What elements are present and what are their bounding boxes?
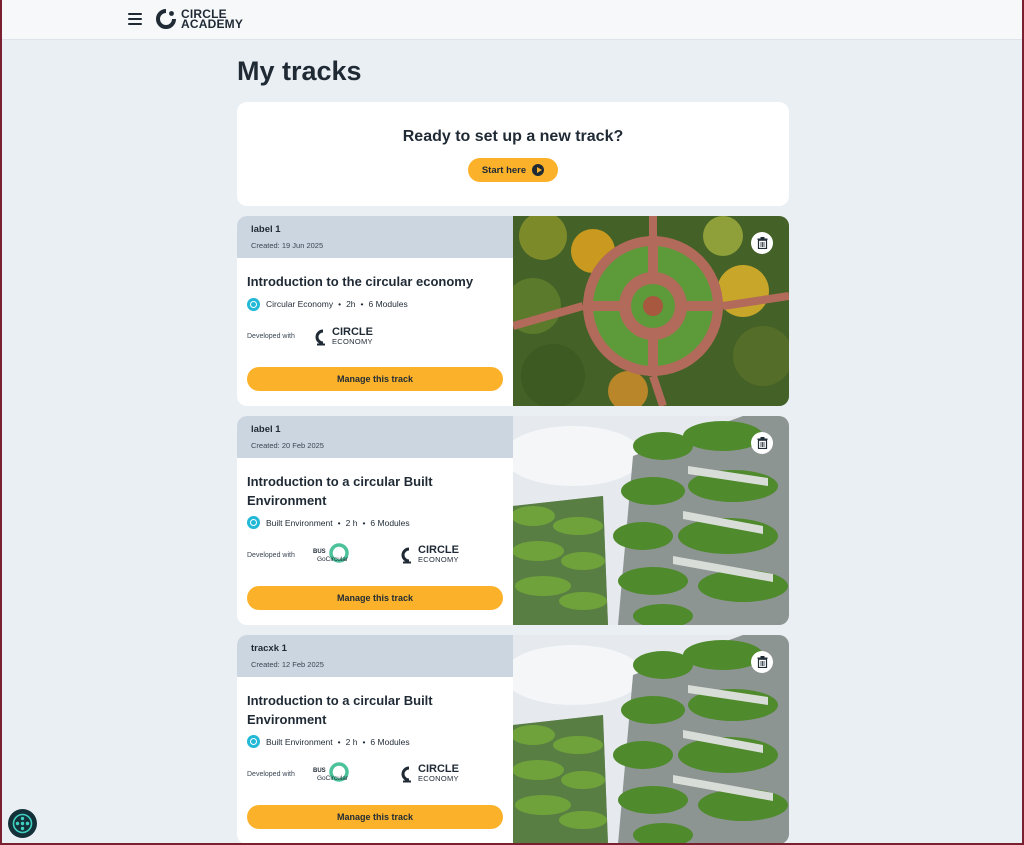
logo-line2: ACADEMY — [181, 17, 244, 31]
track-duration: 2 h — [345, 517, 358, 528]
track-card-info: tracxk 1 Created: 12 Feb 2025 Introducti… — [237, 635, 513, 844]
bus-gocircular-logo: BUS GoCircular — [313, 762, 361, 786]
circle-economy-logo: CIRCLE ECONOMY — [399, 544, 459, 564]
track-image-vertical-forest — [513, 635, 789, 844]
track-image-vertical-forest — [513, 416, 789, 625]
track-modules: 6 Modules — [370, 736, 410, 747]
track-card-header: label 1 Created: 20 Feb 2025 — [237, 416, 513, 458]
topic-icon — [247, 297, 260, 311]
manage-track-button[interactable]: Manage this track — [247, 805, 503, 829]
ce-line1: CIRCLE — [418, 763, 459, 775]
track-topic: Built Environment — [266, 517, 333, 528]
track-card: label 1 Created: 20 Feb 2025 Introductio… — [237, 416, 789, 625]
track-title: Introduction to a circular Built Environ… — [247, 693, 433, 727]
track-meta: Built Environment • 2 h • 6 Modules — [247, 735, 503, 748]
topic-icon — [247, 516, 260, 529]
developed-with-label: Developed with — [247, 770, 295, 778]
helper-widget-button[interactable] — [8, 809, 37, 838]
track-image-aerial-park — [513, 216, 789, 406]
circle-economy-mark-icon — [401, 547, 411, 564]
gocircular-text: GoCircular — [317, 556, 349, 563]
track-card-header: tracxk 1 Created: 12 Feb 2025 — [237, 635, 513, 677]
manage-track-button[interactable]: Manage this track — [247, 586, 503, 610]
track-title: Introduction to a circular Built Environ… — [247, 474, 433, 508]
logo-text: CIRCLE ACADEMY — [181, 8, 244, 31]
developed-with-row: Developed with BUS GoCircular CIRCLE ECO… — [247, 543, 503, 567]
track-topic: Circular Economy — [266, 299, 334, 309]
separator-dot: • — [360, 299, 364, 309]
track-label: label 1 — [251, 424, 281, 435]
separator-dot: • — [337, 736, 341, 747]
bus-text: BUS — [313, 768, 326, 774]
ce-line2: ECONOMY — [332, 336, 373, 346]
logo-icon — [156, 9, 176, 29]
ce-line1: CIRCLE — [332, 325, 373, 338]
delete-track-button[interactable] — [751, 651, 773, 673]
topic-icon — [247, 735, 260, 748]
separator-dot: • — [362, 736, 366, 747]
track-created-date: Created: 19 Jun 2025 — [251, 241, 324, 250]
trash-icon — [757, 237, 767, 249]
circle-economy-logo: CIRCLE ECONOMY — [313, 325, 373, 346]
track-label: tracxk 1 — [251, 643, 287, 654]
track-meta: Circular Economy • 2h • 6 Modules — [247, 297, 503, 311]
ce-line1: CIRCLE — [418, 544, 459, 556]
start-here-button[interactable]: Start here — [467, 158, 559, 182]
track-card-info: label 1 Created: 19 Jun 2025 Introductio… — [237, 216, 513, 406]
app-logo[interactable]: CIRCLE ACADEMY — [155, 8, 243, 30]
separator-dot: • — [362, 517, 366, 528]
track-topic: Built Environment — [266, 736, 333, 747]
manage-track-button[interactable]: Manage this track — [247, 367, 503, 391]
circle-economy-logo: CIRCLE ECONOMY — [399, 763, 459, 783]
menu-icon[interactable] — [128, 12, 142, 26]
vertical-forest-image — [513, 416, 789, 625]
developed-with-row: Developed with CIRCLE ECONOMY — [247, 325, 503, 349]
bus-gocircular-logo: BUS GoCircular — [313, 543, 361, 567]
trash-icon — [757, 437, 767, 449]
bus-text: BUS — [313, 549, 326, 555]
delete-track-button[interactable] — [751, 432, 773, 454]
new-track-panel: Ready to set up a new track? Start here — [237, 102, 789, 206]
developed-with-row: Developed with BUS GoCircular CIRCLE ECO… — [247, 762, 503, 786]
developed-with-label: Developed with — [247, 551, 295, 559]
track-title: Introduction to the circular economy — [247, 274, 474, 289]
track-card-info: label 1 Created: 20 Feb 2025 Introductio… — [237, 416, 513, 625]
track-card: label 1 Created: 19 Jun 2025 Introductio… — [237, 216, 789, 406]
trash-icon — [757, 656, 767, 668]
top-bar: CIRCLE ACADEMY — [0, 0, 1024, 40]
circle-economy-mark-icon — [315, 329, 325, 345]
ce-line2: ECONOMY — [418, 555, 459, 564]
start-here-label: Start here — [481, 164, 527, 176]
track-card: tracxk 1 Created: 12 Feb 2025 Introducti… — [237, 635, 789, 844]
track-card-header: label 1 Created: 19 Jun 2025 — [237, 216, 513, 258]
track-modules: 6 Modules — [368, 299, 408, 309]
developed-with-label: Developed with — [247, 333, 295, 340]
gocircular-text: GoCircular — [317, 775, 349, 782]
vertical-forest-image — [513, 635, 789, 844]
page-title: My tracks — [237, 56, 362, 86]
aerial-park-image — [513, 216, 789, 406]
track-created-date: Created: 20 Feb 2025 — [251, 441, 324, 450]
track-modules: 6 Modules — [370, 517, 410, 528]
ce-line2: ECONOMY — [418, 774, 459, 783]
circle-economy-mark-icon — [401, 766, 411, 783]
track-duration: 2h — [346, 299, 356, 309]
track-label: label 1 — [251, 224, 281, 235]
new-track-heading: Ready to set up a new track? — [402, 128, 624, 145]
track-meta: Built Environment • 2 h • 6 Modules — [247, 516, 503, 529]
track-duration: 2 h — [345, 736, 358, 747]
helper-icon — [12, 813, 33, 834]
separator-dot: • — [337, 517, 341, 528]
play-icon — [532, 164, 545, 176]
delete-track-button[interactable] — [751, 232, 773, 254]
track-created-date: Created: 12 Feb 2025 — [251, 660, 324, 669]
separator-dot: • — [338, 299, 342, 309]
